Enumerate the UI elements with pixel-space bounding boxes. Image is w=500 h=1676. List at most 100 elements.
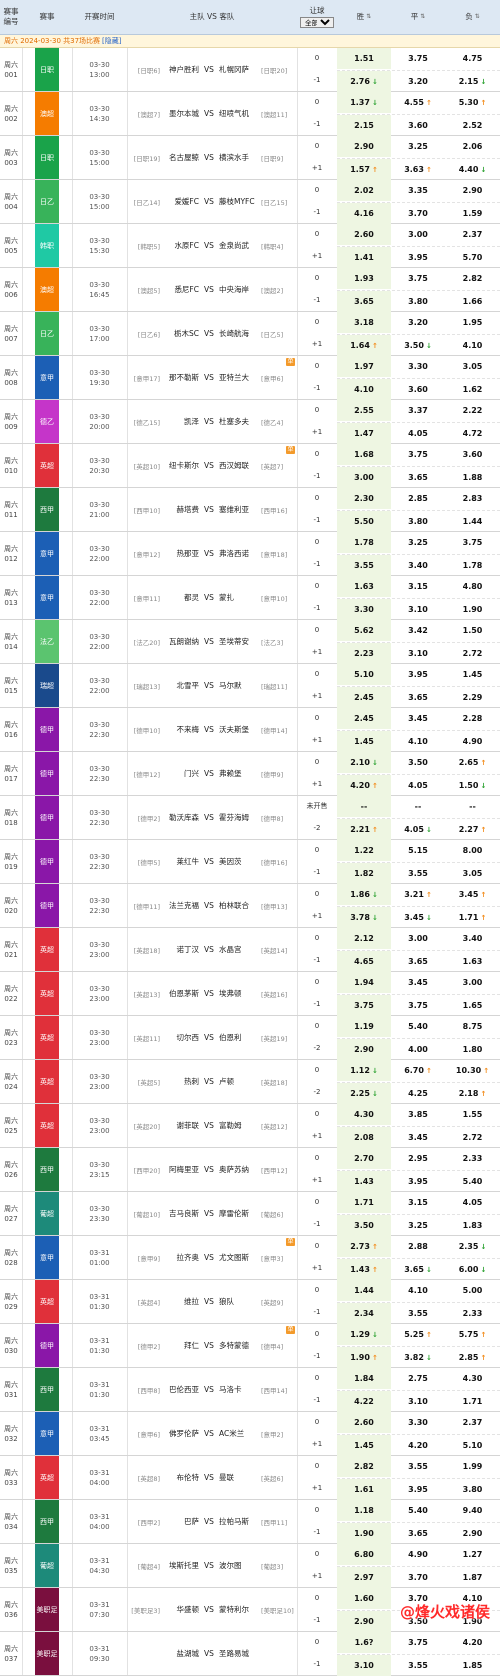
odds-loss-std[interactable]: 8.00 [445,840,500,861]
away-team[interactable]: 横滨水手 [219,152,259,163]
table-row[interactable]: 周六026西甲03-3023:15[西甲20]阿梅里亚VS奥萨苏纳[西甲12]0… [0,1148,500,1192]
league-badge[interactable]: 德甲 [35,840,59,883]
odds-draw-hcap[interactable]: 3.55 [391,863,445,884]
odds-loss-hcap[interactable]: 1.78 [445,555,500,576]
odds-win-std[interactable]: -- [337,796,391,817]
odds-draw-hcap[interactable]: 3.10 [391,643,445,664]
away-team[interactable]: 霍芬海姆 [219,812,259,823]
odds-loss-hcap[interactable]: 1.59 [445,203,500,224]
odds-win-hcap[interactable]: 2.90 [337,1039,391,1060]
odds-draw-std[interactable]: 2.75 [391,1368,445,1389]
home-team[interactable]: 拜仁 [161,1340,199,1351]
league-badge[interactable]: 日职 [35,136,59,179]
odds-draw-std[interactable]: 4.90 [391,1544,445,1565]
odds-win-hcap[interactable]: 2.45 [337,687,391,708]
odds-draw-std[interactable]: 6.70↑ [391,1060,445,1081]
odds-draw-hcap[interactable]: 3.25 [391,1215,445,1236]
odds-loss-hcap[interactable]: 1.71 [445,1391,500,1412]
home-team[interactable]: 北雪平 [161,680,199,691]
odds-draw-std[interactable]: 3.21↑ [391,884,445,905]
away-team[interactable]: 拉帕马斯 [219,1516,259,1527]
handicap-filter-select[interactable]: 全部 [300,17,334,28]
odds-draw-std[interactable]: 5.15 [391,840,445,861]
table-row[interactable]: 周六013意甲03-3022:00[意甲11]都灵VS蒙扎[意甲10]0-11.… [0,576,500,620]
odds-draw-std[interactable]: 2.88 [391,1236,445,1257]
odds-win-hcap[interactable]: 1.90↑ [337,1347,391,1368]
odds-win-std[interactable]: 1.94 [337,972,391,993]
table-row[interactable]: 周六014法乙03-3022:00[法乙20]瓦朗谢纳VS圣埃蒂安[法乙3]0+… [0,620,500,664]
league-badge[interactable]: 意甲 [35,1236,59,1279]
odds-draw-hcap[interactable]: 3.95 [391,1479,445,1500]
away-team[interactable]: 摩雷伦斯 [219,1208,259,1219]
table-row[interactable]: 周六004日乙03-3015:00[日乙14]爱媛FCVS藤枝MYFC[日乙15… [0,180,500,224]
odds-win-hcap[interactable]: 2.97 [337,1567,391,1588]
odds-draw-hcap[interactable]: 3.40 [391,555,445,576]
home-team[interactable]: 法兰克福 [161,900,199,911]
odds-win-std[interactable]: 2.82 [337,1456,391,1477]
odds-loss-hcap[interactable]: 4.10 [445,335,500,356]
odds-draw-hcap[interactable]: 3.80 [391,291,445,312]
odds-loss-std[interactable]: 4.20 [445,1632,500,1653]
odds-loss-std[interactable]: 5.75↑ [445,1324,500,1345]
odds-loss-std[interactable]: 1.99 [445,1456,500,1477]
league-badge[interactable]: 日乙 [35,180,59,223]
odds-loss-hcap[interactable]: 1.88 [445,467,500,488]
odds-win-std[interactable]: 2.12 [337,928,391,949]
away-team[interactable]: 长崎航海 [219,328,259,339]
away-team[interactable]: 柏林联合 [219,900,259,911]
table-row[interactable]: 周六008意甲03-3019:30[意甲17]那不勒斯VS亚特兰大[意甲6]单0… [0,356,500,400]
odds-draw-hcap[interactable]: 3.50↓ [391,335,445,356]
league-badge[interactable]: 澳超 [35,92,59,135]
away-team[interactable]: 伯恩利 [219,1032,259,1043]
odds-win-std[interactable]: 2.55 [337,400,391,421]
header-win[interactable]: 胜⇅ [337,0,391,34]
odds-win-std[interactable]: 2.30 [337,488,391,509]
odds-loss-std[interactable]: 1.50 [445,620,500,641]
odds-draw-hcap[interactable]: 3.45↓ [391,907,445,928]
odds-loss-hcap[interactable]: 5.10 [445,1435,500,1456]
odds-win-hcap[interactable]: 2.76↓ [337,71,391,92]
odds-loss-std[interactable]: 4.05 [445,1192,500,1213]
odds-loss-hcap[interactable]: 1.71↑ [445,907,500,928]
odds-win-std[interactable]: 1.84 [337,1368,391,1389]
odds-draw-std[interactable]: 3.00 [391,224,445,245]
odds-draw-std[interactable]: 2.95 [391,1148,445,1169]
odds-loss-std[interactable]: 5.30↑ [445,92,500,113]
home-team[interactable]: 巴伦西亚 [161,1384,199,1395]
odds-loss-std[interactable]: 2.65↑ [445,752,500,773]
league-badge[interactable]: 西甲 [35,1368,59,1411]
home-team[interactable]: 诺丁汉 [161,944,199,955]
odds-win-hcap[interactable]: 1.43↑ [337,1259,391,1280]
odds-loss-hcap[interactable]: 4.72 [445,423,500,444]
odds-win-std[interactable]: 1.12↓ [337,1060,391,1081]
odds-loss-std[interactable]: 1.55 [445,1104,500,1125]
away-team[interactable]: 蒙扎 [219,592,259,603]
odds-win-std[interactable]: 1.60 [337,1588,391,1609]
home-team[interactable]: 瓦朗谢纳 [161,636,199,647]
odds-draw-std[interactable]: 4.55↑ [391,92,445,113]
odds-loss-hcap[interactable]: 2.72 [445,643,500,664]
odds-loss-hcap[interactable]: 1.83 [445,1215,500,1236]
table-row[interactable]: 周六020德甲03-3022:30[德甲11]法兰克福VS柏林联合[德甲13]0… [0,884,500,928]
home-team[interactable]: 门兴 [161,768,199,779]
league-badge[interactable]: 澳超 [35,268,59,311]
odds-loss-std[interactable]: 3.60 [445,444,500,465]
league-badge[interactable]: 法乙 [35,620,59,663]
odds-win-hcap[interactable]: 2.34 [337,1303,391,1324]
away-team[interactable]: 马洛卡 [219,1384,259,1395]
table-row[interactable]: 周六009德乙03-3020:00[德乙15]凯泽VS杜塞多夫[德乙4]0+12… [0,400,500,444]
odds-draw-hcap[interactable]: 3.63↑ [391,159,445,180]
away-team[interactable]: 弗洛西诺 [219,548,259,559]
odds-loss-std[interactable]: 4.30 [445,1368,500,1389]
odds-win-hcap[interactable]: 1.41 [337,247,391,268]
table-row[interactable]: 周六011西甲03-3021:00[西甲10]赫塔费VS塞维利亚[西甲16]0-… [0,488,500,532]
table-row[interactable]: 周六015瑞超03-3022:00[瑞超13]北雪平VS马尔默[瑞超11]0+1… [0,664,500,708]
league-badge[interactable]: 英超 [35,1060,59,1103]
odds-loss-hcap[interactable]: 1.65 [445,995,500,1016]
home-team[interactable]: 拉齐奥 [161,1252,199,1263]
odds-draw-std[interactable]: -- [391,796,445,817]
league-badge[interactable]: 英超 [35,1456,59,1499]
league-badge[interactable]: 美职足 [35,1588,59,1631]
away-team[interactable]: 札幌冈萨 [219,64,259,75]
table-row[interactable]: 周六019德甲03-3022:30[德甲5]莱红牛VS美因茨[德甲16]0-11… [0,840,500,884]
